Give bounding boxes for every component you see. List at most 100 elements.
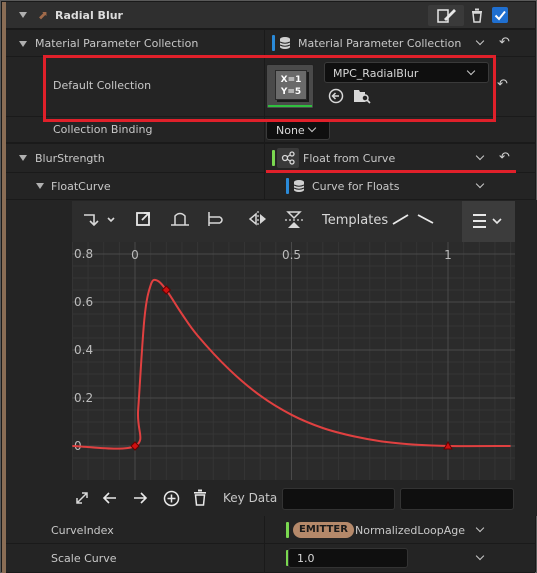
module-icon: ⬈: [38, 8, 49, 22]
expand-view-button[interactable]: [74, 490, 90, 509]
mpc-label: Material Parameter Collection: [35, 37, 199, 50]
type-pin-icon: [286, 522, 289, 538]
post-infinity-button[interactable]: [204, 209, 226, 233]
y-tick-label: 0.8: [74, 247, 93, 261]
hamburger-menu-icon: [473, 214, 502, 228]
zoom-to-fit-button[interactable]: [134, 209, 152, 233]
type-pin-icon: [286, 178, 289, 194]
column-splitter[interactable]: [264, 544, 265, 572]
key-value-field[interactable]: [400, 488, 514, 510]
curve-index-row: CurveIndex EMITTER NormalizedLoopAge: [6, 516, 535, 544]
blur-strength-row: BlurStrength Float from Curve ↶: [6, 144, 535, 173]
column-splitter[interactable]: [264, 30, 265, 56]
curve-key-toolbar: Key Data: [72, 485, 515, 513]
templates-label: Templates: [322, 213, 389, 228]
reset-arrow-icon[interactable]: ↶: [499, 35, 510, 50]
reset-arrow-icon[interactable]: ↶: [497, 77, 508, 92]
expand-caret-icon[interactable]: [19, 12, 27, 18]
enabled-checkbox[interactable]: [492, 7, 508, 23]
pencil-icon: [437, 9, 456, 23]
details-panel: ⬈ Radial Blur Material Parameter Collect…: [0, 0, 537, 573]
arrow-right-icon: [134, 492, 148, 504]
post-infinity-icon: [208, 212, 223, 226]
fit-view-icon: [136, 212, 150, 226]
curve-chart[interactable]: 0 0.5 10.80.60.40.20: [71, 242, 515, 480]
curve-editor-toolbar: Templates: [72, 201, 515, 242]
mpc-row: Material Parameter Collection Material P…: [6, 30, 535, 57]
trash-icon: [472, 8, 482, 23]
y-tick-label: 0.2: [74, 391, 93, 405]
blur-strength-value[interactable]: Float from Curve: [303, 152, 395, 165]
chevron-down-icon: [307, 123, 317, 133]
chevron-down-icon[interactable]: [475, 36, 485, 46]
float-curve-value[interactable]: Curve for Floats: [312, 180, 399, 193]
curve-index-label: CurveIndex: [51, 524, 114, 537]
flip-vertical-button[interactable]: [283, 209, 305, 235]
blur-strength-label: BlurStrength: [35, 152, 105, 165]
curve-index-value[interactable]: NormalizedLoopAge: [355, 524, 465, 537]
float-curve-row: FloatCurve Curve for Floats: [6, 173, 535, 200]
column-splitter[interactable]: [264, 144, 265, 172]
delete-button[interactable]: [469, 7, 485, 26]
expand-caret-icon[interactable]: [19, 41, 27, 47]
collection-binding-label: Collection Binding: [53, 123, 153, 136]
column-splitter[interactable]: [264, 173, 265, 199]
chevron-down-icon[interactable]: [475, 179, 485, 189]
linear-up-icon: [392, 214, 409, 225]
scale-curve-row: Scale Curve 1.0: [6, 544, 535, 573]
chevron-down-icon[interactable]: [475, 151, 485, 161]
x-tick-label: 0: [131, 248, 139, 262]
chevron-down-icon[interactable]: [475, 551, 485, 561]
flip-vertical-icon: [285, 211, 303, 228]
dynamic-input-icon: [281, 151, 295, 165]
mpc-value[interactable]: Material Parameter Collection: [298, 37, 461, 50]
arrow-left-icon: [102, 492, 116, 504]
reset-arrow-icon[interactable]: ↶: [499, 150, 510, 165]
chevron-down-icon[interactable]: [475, 523, 485, 533]
section-header-radial-blur[interactable]: ⬈ Radial Blur: [6, 2, 535, 29]
pre-infinity-icon: [171, 212, 189, 226]
column-splitter[interactable]: [264, 516, 265, 543]
previous-key-button[interactable]: [102, 490, 118, 509]
database-icon: [293, 179, 305, 196]
scale-curve-input[interactable]: 1.0: [288, 548, 408, 568]
dynamic-input-button[interactable]: [277, 148, 299, 168]
expand-arrows-icon: [76, 492, 88, 504]
template-ease-out-button[interactable]: [416, 209, 436, 233]
y-tick-label: 0.6: [74, 295, 93, 309]
add-circle-icon: [163, 490, 180, 507]
template-ease-in-button[interactable]: [391, 209, 411, 233]
type-pin-icon: [272, 35, 275, 51]
highlight-box: [43, 55, 496, 122]
float-curve-label: FloatCurve: [51, 180, 111, 193]
checkmark-icon: [494, 10, 506, 21]
type-pin-icon: [272, 150, 275, 166]
expand-caret-icon[interactable]: [36, 183, 44, 189]
key-data-label: Key Data: [223, 491, 278, 505]
x-tick-label: 1: [444, 248, 452, 262]
curve-graph[interactable]: 0 0.5 1 0.8 0.6 0.4 0.2 0: [71, 242, 515, 480]
curve-tangent-icon: [84, 214, 115, 227]
key-interpolation-button[interactable]: [82, 209, 118, 235]
highlight-underline: [266, 170, 516, 173]
scale-curve-value: 1.0: [297, 552, 315, 565]
key-time-field[interactable]: [282, 488, 395, 510]
emitter-badge: EMITTER: [293, 522, 354, 538]
delete-key-button[interactable]: [192, 489, 208, 509]
linear-down-icon: [417, 214, 434, 224]
add-key-button[interactable]: [163, 490, 180, 510]
edit-mode-button[interactable]: [428, 5, 464, 26]
next-key-button[interactable]: [132, 490, 148, 509]
view-options-button[interactable]: [462, 201, 515, 242]
section-title: Radial Blur: [55, 9, 123, 22]
y-tick-label: 0.4: [74, 343, 93, 357]
flip-horizontal-button[interactable]: [247, 209, 269, 233]
x-tick-label: 0.5: [282, 248, 301, 262]
trash-icon: [194, 489, 206, 506]
pre-infinity-button[interactable]: [170, 209, 190, 233]
binding-dropdown[interactable]: None: [266, 120, 330, 140]
scale-curve-label: Scale Curve: [51, 552, 117, 565]
expand-caret-icon[interactable]: [19, 155, 27, 161]
database-icon: [279, 36, 291, 53]
binding-value: None: [276, 124, 305, 137]
